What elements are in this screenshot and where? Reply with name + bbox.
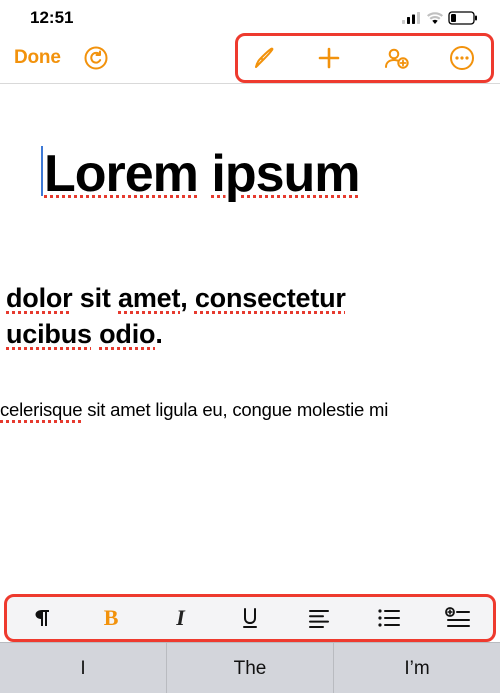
status-time: 12:51 xyxy=(30,8,73,28)
signal-icon xyxy=(402,12,422,24)
align-button[interactable] xyxy=(285,608,354,628)
underline-button[interactable] xyxy=(215,606,284,630)
predictive-option-1[interactable]: I xyxy=(0,643,167,693)
format-brush-button[interactable] xyxy=(250,45,276,71)
p1-word: amet xyxy=(118,283,180,313)
p1-stop: . xyxy=(155,319,162,349)
italic-button[interactable]: I xyxy=(146,605,215,631)
format-toolbar-container: B I xyxy=(4,594,496,642)
p1-word: dolor xyxy=(6,283,73,313)
p1-word: odio xyxy=(99,319,155,349)
text-cursor xyxy=(41,146,43,196)
paragraph-style-button[interactable] xyxy=(7,607,76,629)
p1-word: consectetur xyxy=(195,283,346,313)
title-word-1: Lorem xyxy=(44,145,198,203)
predictive-option-3[interactable]: I’m xyxy=(334,643,500,693)
battery-icon xyxy=(448,11,478,25)
undo-button[interactable] xyxy=(83,45,109,71)
document-area[interactable]: Lorem ipsum dolor sit amet, consectetur … xyxy=(0,84,500,421)
wifi-icon xyxy=(426,12,444,25)
toolbar-right-group xyxy=(235,33,494,83)
p2-word: celerisque xyxy=(0,399,82,420)
paragraph-body[interactable]: celerisque sit amet ligula eu, congue mo… xyxy=(0,399,500,421)
predictive-text-bar: I The I’m xyxy=(0,642,500,693)
more-button[interactable] xyxy=(449,45,475,71)
status-bar: 12:51 xyxy=(0,0,500,32)
paragraph-heading[interactable]: dolor sit amet, consectetur ucibus odio. xyxy=(0,280,500,353)
insert-button[interactable] xyxy=(316,45,342,71)
predictive-option-2[interactable]: The xyxy=(167,643,334,693)
format-toolbar: B I xyxy=(4,594,496,642)
p2-rest: sit amet ligula eu, congue molestie mi xyxy=(87,399,388,420)
list-button[interactable] xyxy=(354,608,423,628)
collaborate-button[interactable] xyxy=(382,45,409,71)
insert-block-button[interactable] xyxy=(424,607,493,629)
p1-word: ucibus xyxy=(6,319,92,349)
title-word-2: ipsum xyxy=(211,145,359,203)
document-title[interactable]: Lorem ipsum xyxy=(0,144,500,204)
bold-button[interactable]: B xyxy=(76,605,145,631)
status-indicators xyxy=(402,11,478,25)
top-toolbar: Done xyxy=(0,32,500,84)
done-button[interactable]: Done xyxy=(14,47,61,69)
